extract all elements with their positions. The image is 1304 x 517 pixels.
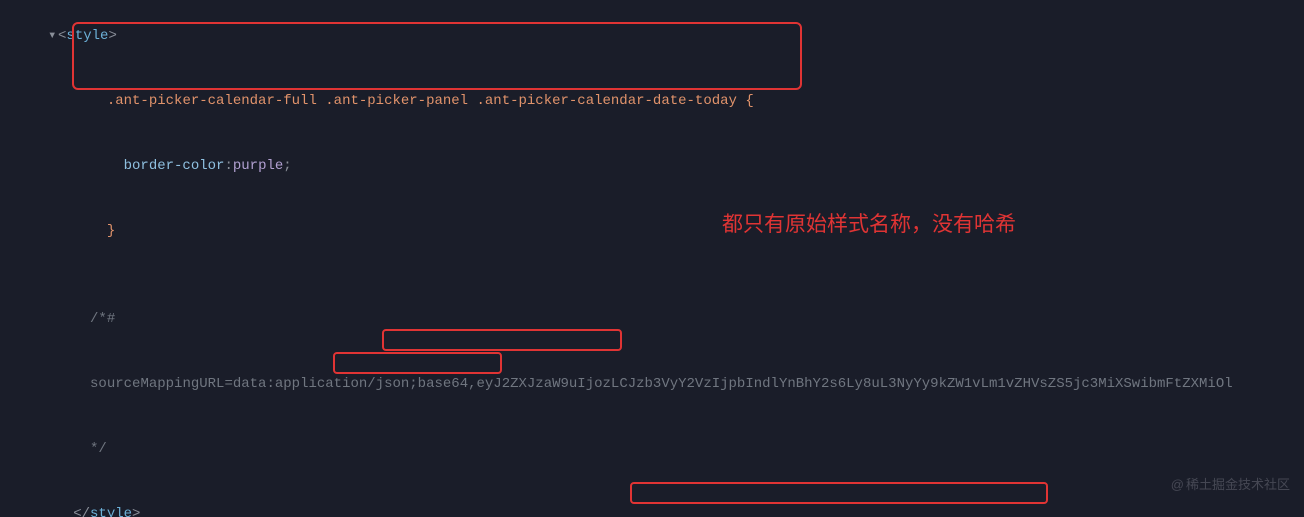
code-line[interactable]: </style>	[0, 482, 1304, 517]
tag-name: style	[90, 506, 132, 517]
css-selector: .ant-picker-calendar-full .ant-picker-pa…	[107, 93, 754, 109]
code-line[interactable]: border-color:purple;	[0, 134, 1304, 199]
code-line	[0, 264, 1304, 287]
annotation-text: 都只有原始样式名称，没有哈希	[722, 208, 1016, 238]
code-line[interactable]: sourceMappingURL=data:application/json;b…	[0, 352, 1304, 417]
css-value: purple	[233, 158, 283, 174]
expand-arrow-icon[interactable]	[48, 26, 58, 47]
tag-name: style	[66, 28, 108, 44]
code-line[interactable]: .ant-picker-calendar-full .ant-picker-pa…	[0, 69, 1304, 134]
devtools-elements-panel: <style> .ant-picker-calendar-full .ant-p…	[0, 0, 1304, 517]
code-line[interactable]: /*#	[0, 287, 1304, 352]
comment: /*#	[90, 311, 115, 327]
comment: */	[90, 441, 107, 457]
code-line[interactable]: */	[0, 417, 1304, 482]
comment: sourceMappingURL=data:application/json;b…	[90, 376, 1233, 392]
watermark: @稀土掘金技术社区	[1171, 474, 1290, 493]
code-line[interactable]: <style>	[0, 4, 1304, 69]
css-property: border-color	[124, 158, 225, 174]
code-line[interactable]: }	[0, 199, 1304, 264]
